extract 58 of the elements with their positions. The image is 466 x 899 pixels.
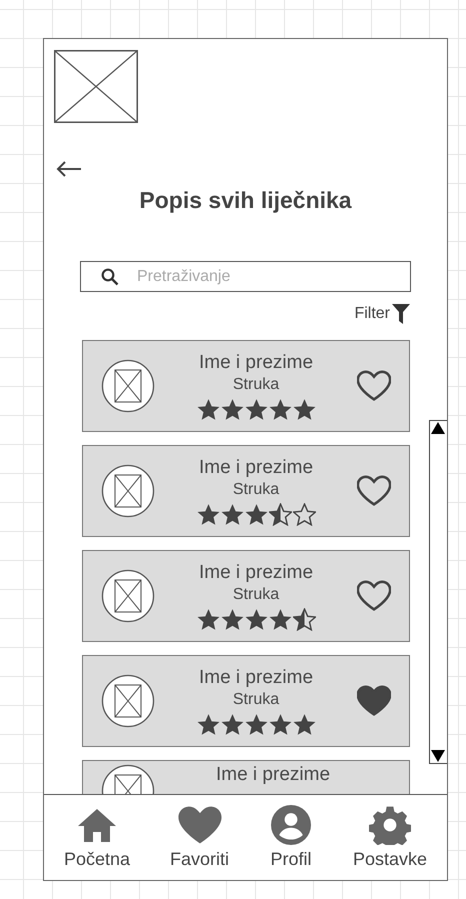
star-icon xyxy=(220,502,244,526)
star-icon xyxy=(268,608,292,630)
star-icon xyxy=(220,398,244,420)
back-arrow-icon[interactable] xyxy=(56,161,82,177)
nav-tab[interactable]: Profil xyxy=(269,805,313,870)
heart-icon[interactable] xyxy=(357,475,391,507)
doctor-card[interactable]: Ime i prezime Struka xyxy=(82,340,410,432)
scroll-up-icon[interactable] xyxy=(430,421,446,435)
scroll-down-icon[interactable] xyxy=(430,749,446,763)
doctor-name: Ime i prezime xyxy=(198,352,314,374)
doctor-specialty: Struka xyxy=(232,480,280,498)
star-icon xyxy=(244,608,268,630)
star-icon xyxy=(196,398,220,420)
filter-label[interactable]: Filter xyxy=(354,305,390,323)
avatar-placeholder xyxy=(101,464,155,518)
doctor-specialty: Struka xyxy=(232,376,280,394)
doctor-name: Ime i prezime xyxy=(198,456,314,478)
search-field[interactable]: Pretraživanje xyxy=(80,261,411,292)
doctor-card[interactable]: Ime i prezime Struka xyxy=(82,655,410,747)
settings-icon xyxy=(368,805,411,845)
filter-icon[interactable] xyxy=(392,304,410,324)
star-icon xyxy=(196,608,220,630)
doctor-card[interactable]: Ime i prezime Struka xyxy=(82,550,410,642)
page-title: Popis svih liječnika xyxy=(138,187,353,214)
heart-icon xyxy=(178,805,222,845)
doctor-name: Ime i prezime xyxy=(198,562,314,584)
nav-tab[interactable]: Favoriti xyxy=(170,805,230,870)
star-icon xyxy=(196,712,220,736)
nav-tab[interactable]: Početna xyxy=(64,805,130,870)
doctor-card[interactable]: Ime i prezime xyxy=(82,760,410,794)
star-icon xyxy=(244,712,268,736)
doctor-name: Ime i prezime xyxy=(216,764,330,786)
search-icon xyxy=(101,268,119,286)
user-icon xyxy=(269,805,313,845)
star-icon xyxy=(292,502,316,526)
star-icon xyxy=(244,502,268,526)
nav-tab[interactable]: Postavke xyxy=(352,805,428,870)
star-icon xyxy=(220,712,244,736)
star-icon xyxy=(268,398,292,420)
star-icon xyxy=(220,608,244,630)
doctor-card[interactable]: Ime i prezime Struka xyxy=(82,445,410,537)
avatar-placeholder xyxy=(101,359,155,413)
avatar-placeholder xyxy=(101,569,155,623)
heart-icon[interactable] xyxy=(357,685,391,717)
star-icon xyxy=(268,502,292,526)
heart-icon[interactable] xyxy=(357,580,391,612)
avatar-placeholder xyxy=(101,674,155,728)
doctor-specialty: Struka xyxy=(232,586,280,604)
star-icon xyxy=(196,502,220,526)
doctor-name: Ime i prezime xyxy=(198,666,314,688)
star-icon xyxy=(268,712,292,736)
scrollbar[interactable] xyxy=(429,420,447,764)
star-icon xyxy=(292,608,316,630)
star-icon xyxy=(292,712,316,736)
star-icon xyxy=(244,398,268,420)
star-icon xyxy=(292,398,316,420)
heart-icon[interactable] xyxy=(357,370,391,402)
doctor-specialty: Struka xyxy=(232,690,280,708)
